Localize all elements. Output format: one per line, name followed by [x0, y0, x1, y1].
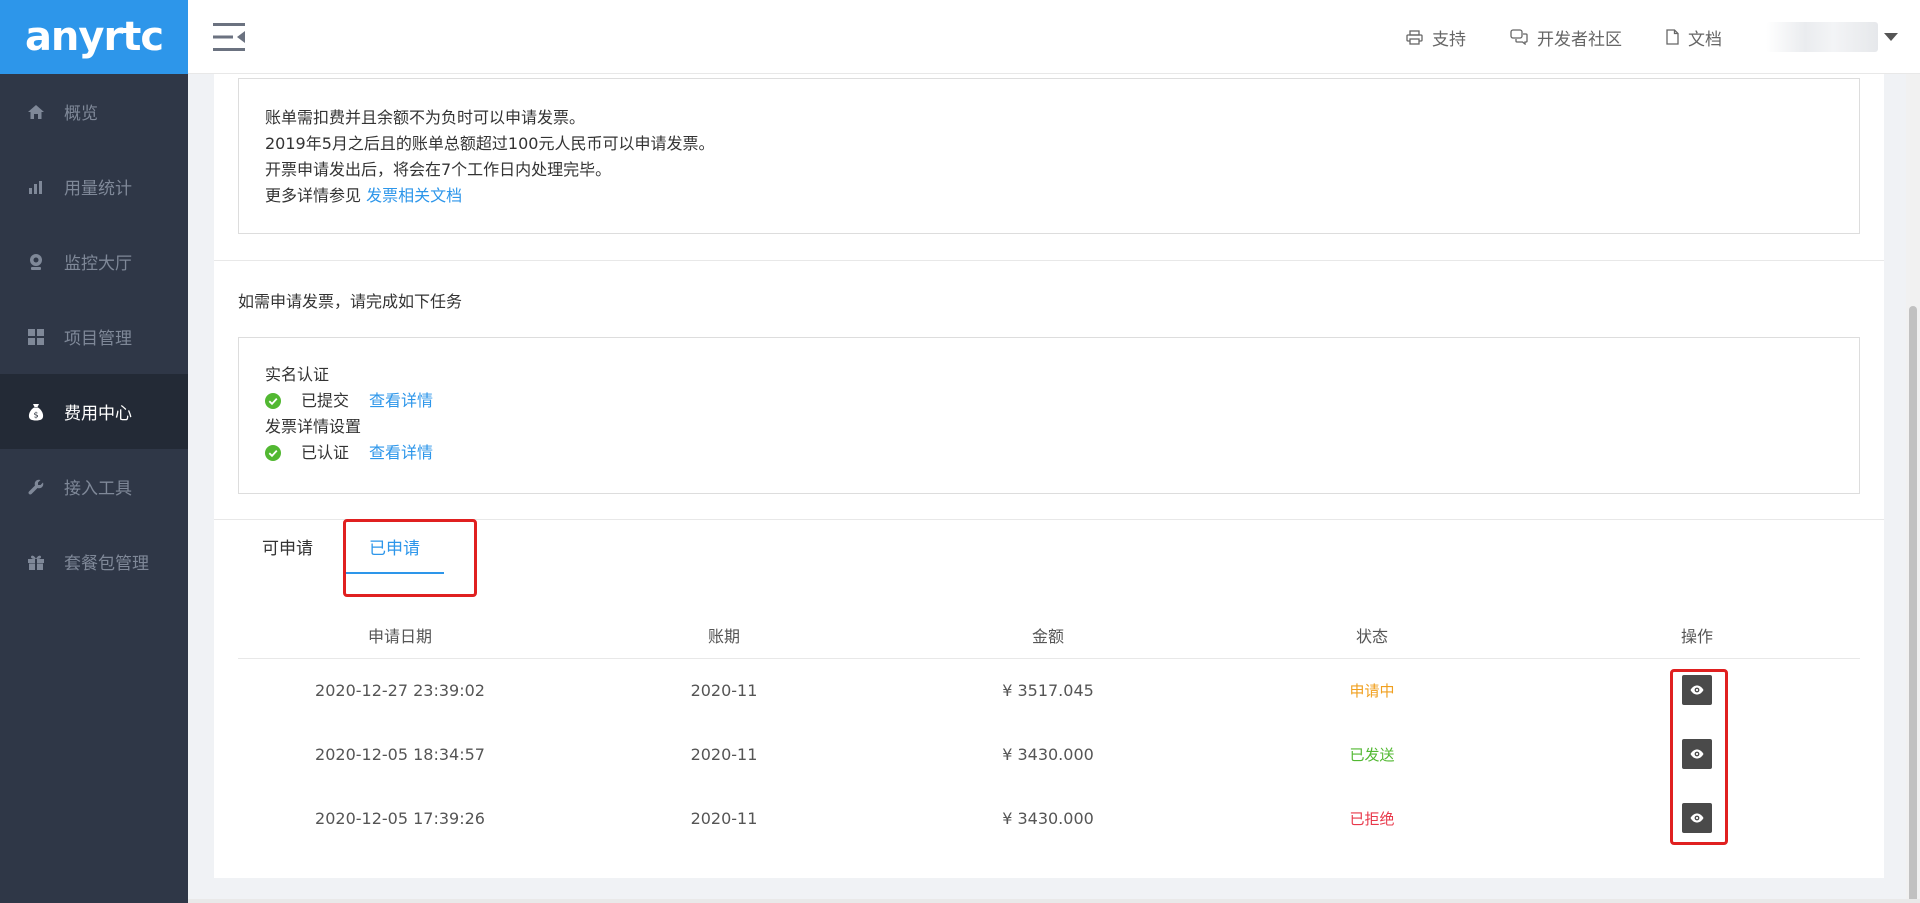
column-header: 申请日期	[238, 613, 562, 659]
menu-toggle-icon[interactable]	[212, 20, 246, 54]
sidebar-item-monitor[interactable]: 监控大厅	[0, 224, 188, 299]
status-badge: 已拒绝	[1349, 809, 1395, 828]
docs-link[interactable]: 文档	[1666, 25, 1722, 50]
cell-period: 2020-11	[690, 744, 758, 764]
home-icon	[26, 102, 46, 122]
check-circle-icon	[265, 445, 281, 461]
task-status: 已认证	[301, 443, 350, 462]
sidebar-item-billing[interactable]: $ 费用中心	[0, 374, 188, 449]
invoice-table: 申请日期 账期 金额 状态 操作 2020-12-27 23:39:02 202…	[238, 613, 1860, 850]
logo[interactable]: anyrtc	[0, 0, 188, 74]
sidebar-item-usage[interactable]: 用量统计	[0, 149, 188, 224]
sidebar: anyrtc 概览 用量统计 监控大厅 项目管理 $ 费用中心 接入工具 套餐包…	[0, 0, 188, 903]
sidebar-item-label: 用量统计	[64, 179, 132, 199]
status-badge: 已发送	[1349, 745, 1395, 764]
sidebar-item-label: 套餐包管理	[64, 554, 149, 574]
cell-period: 2020-11	[690, 680, 758, 700]
sidebar-item-label: 概览	[64, 104, 98, 124]
chat-icon	[1510, 29, 1528, 45]
task-name: 发票详情设置	[265, 417, 362, 436]
support-link[interactable]: 支持	[1406, 25, 1466, 50]
sidebar-item-label: 项目管理	[64, 329, 132, 349]
money-bag-icon: $	[26, 402, 46, 422]
task-status-row: 已认证 查看详情	[265, 440, 1833, 466]
printer-icon	[1406, 29, 1423, 45]
bar-chart-icon	[26, 177, 46, 197]
caret-down-icon	[1884, 33, 1898, 41]
cell-status: 已拒绝	[1210, 786, 1534, 850]
community-link[interactable]: 开发者社区	[1510, 25, 1622, 50]
sidebar-item-tools[interactable]: 接入工具	[0, 449, 188, 524]
sidebar-item-label: 费用中心	[64, 404, 132, 424]
divider	[214, 260, 1884, 261]
cell-date: 2020-12-05 17:39:26	[315, 808, 485, 828]
sidebar-item-projects[interactable]: 项目管理	[0, 299, 188, 374]
actions-highlight-box	[1670, 669, 1728, 845]
notice-more: 更多详情参见 发票相关文档	[265, 183, 1833, 209]
column-header: 金额	[886, 613, 1210, 659]
docs-label: 文档	[1688, 29, 1722, 50]
invoice-notice: 账单需扣费并且余额不为负时可以申请发票。 2019年5月之后且的账单总额超过10…	[238, 78, 1860, 234]
cell-amount: ¥ 3430.000	[1002, 744, 1094, 764]
task-name: 实名认证	[265, 365, 330, 384]
notice-line: 账单需扣费并且余额不为负时可以申请发票。	[265, 108, 586, 127]
user-menu[interactable]	[1766, 22, 1898, 52]
top-header: 支持 开发者社区 文档	[188, 0, 1920, 74]
cell-status: 已发送	[1210, 722, 1534, 786]
webcam-icon	[26, 252, 46, 272]
scrollbar-thumb[interactable]	[1909, 306, 1917, 903]
task-list: 实名认证 已提交 查看详情 发票详情设置 已认证 查看详情	[238, 337, 1860, 494]
notice-line: 2019年5月之后且的账单总额超过100元人民币可以申请发票。	[265, 134, 715, 153]
table-header-row: 申请日期 账期 金额 状态 操作	[238, 613, 1860, 659]
gift-icon	[26, 552, 46, 572]
tasks-title: 如需申请发票，请完成如下任务	[238, 292, 463, 311]
column-header: 状态	[1210, 613, 1534, 659]
table-row: 2020-12-27 23:39:02 2020-11 ¥ 3517.045 申…	[238, 658, 1860, 722]
logo-text: anyrtc	[24, 14, 164, 60]
view-details-link[interactable]: 查看详情	[369, 388, 433, 414]
column-header: 操作	[1534, 613, 1860, 659]
check-circle-icon	[265, 393, 281, 409]
task-status-row: 已提交 查看详情	[265, 388, 1833, 414]
cell-amount: ¥ 3517.045	[1002, 680, 1094, 700]
task-status: 已提交	[301, 391, 350, 410]
user-avatar	[1766, 22, 1878, 52]
cell-date: 2020-12-27 23:39:02	[315, 680, 485, 700]
sidebar-item-label: 监控大厅	[64, 254, 132, 274]
support-label: 支持	[1432, 29, 1466, 50]
tab-highlight-box	[343, 519, 477, 597]
invoice-docs-link[interactable]: 发票相关文档	[366, 186, 462, 205]
column-header: 账期	[562, 613, 886, 659]
wrench-icon	[26, 477, 46, 497]
document-icon	[1666, 29, 1679, 45]
svg-text:$: $	[33, 410, 38, 419]
table-row: 2020-12-05 17:39:26 2020-11 ¥ 3430.000 已…	[238, 786, 1860, 850]
bottom-border	[188, 899, 1920, 903]
page-scrollbar[interactable]	[1906, 74, 1920, 903]
sidebar-item-overview[interactable]: 概览	[0, 74, 188, 149]
notice-more-prefix: 更多详情参见	[265, 186, 362, 205]
cell-date: 2020-12-05 18:34:57	[315, 744, 485, 764]
grid-icon	[26, 327, 46, 347]
sidebar-item-label: 接入工具	[64, 479, 132, 499]
sidebar-item-packages[interactable]: 套餐包管理	[0, 524, 188, 599]
table-row: 2020-12-05 18:34:57 2020-11 ¥ 3430.000 已…	[238, 722, 1860, 786]
cell-amount: ¥ 3430.000	[1002, 808, 1094, 828]
view-details-link[interactable]: 查看详情	[369, 440, 433, 466]
status-badge: 申请中	[1349, 681, 1395, 700]
community-label: 开发者社区	[1537, 29, 1622, 50]
cell-status: 申请中	[1210, 658, 1534, 722]
cell-period: 2020-11	[690, 808, 758, 828]
tab-available[interactable]: 可申请	[238, 518, 337, 574]
notice-line: 开票申请发出后，将会在7个工作日内处理完毕。	[265, 160, 612, 179]
header-links: 支持 开发者社区 文档	[1406, 0, 1920, 74]
